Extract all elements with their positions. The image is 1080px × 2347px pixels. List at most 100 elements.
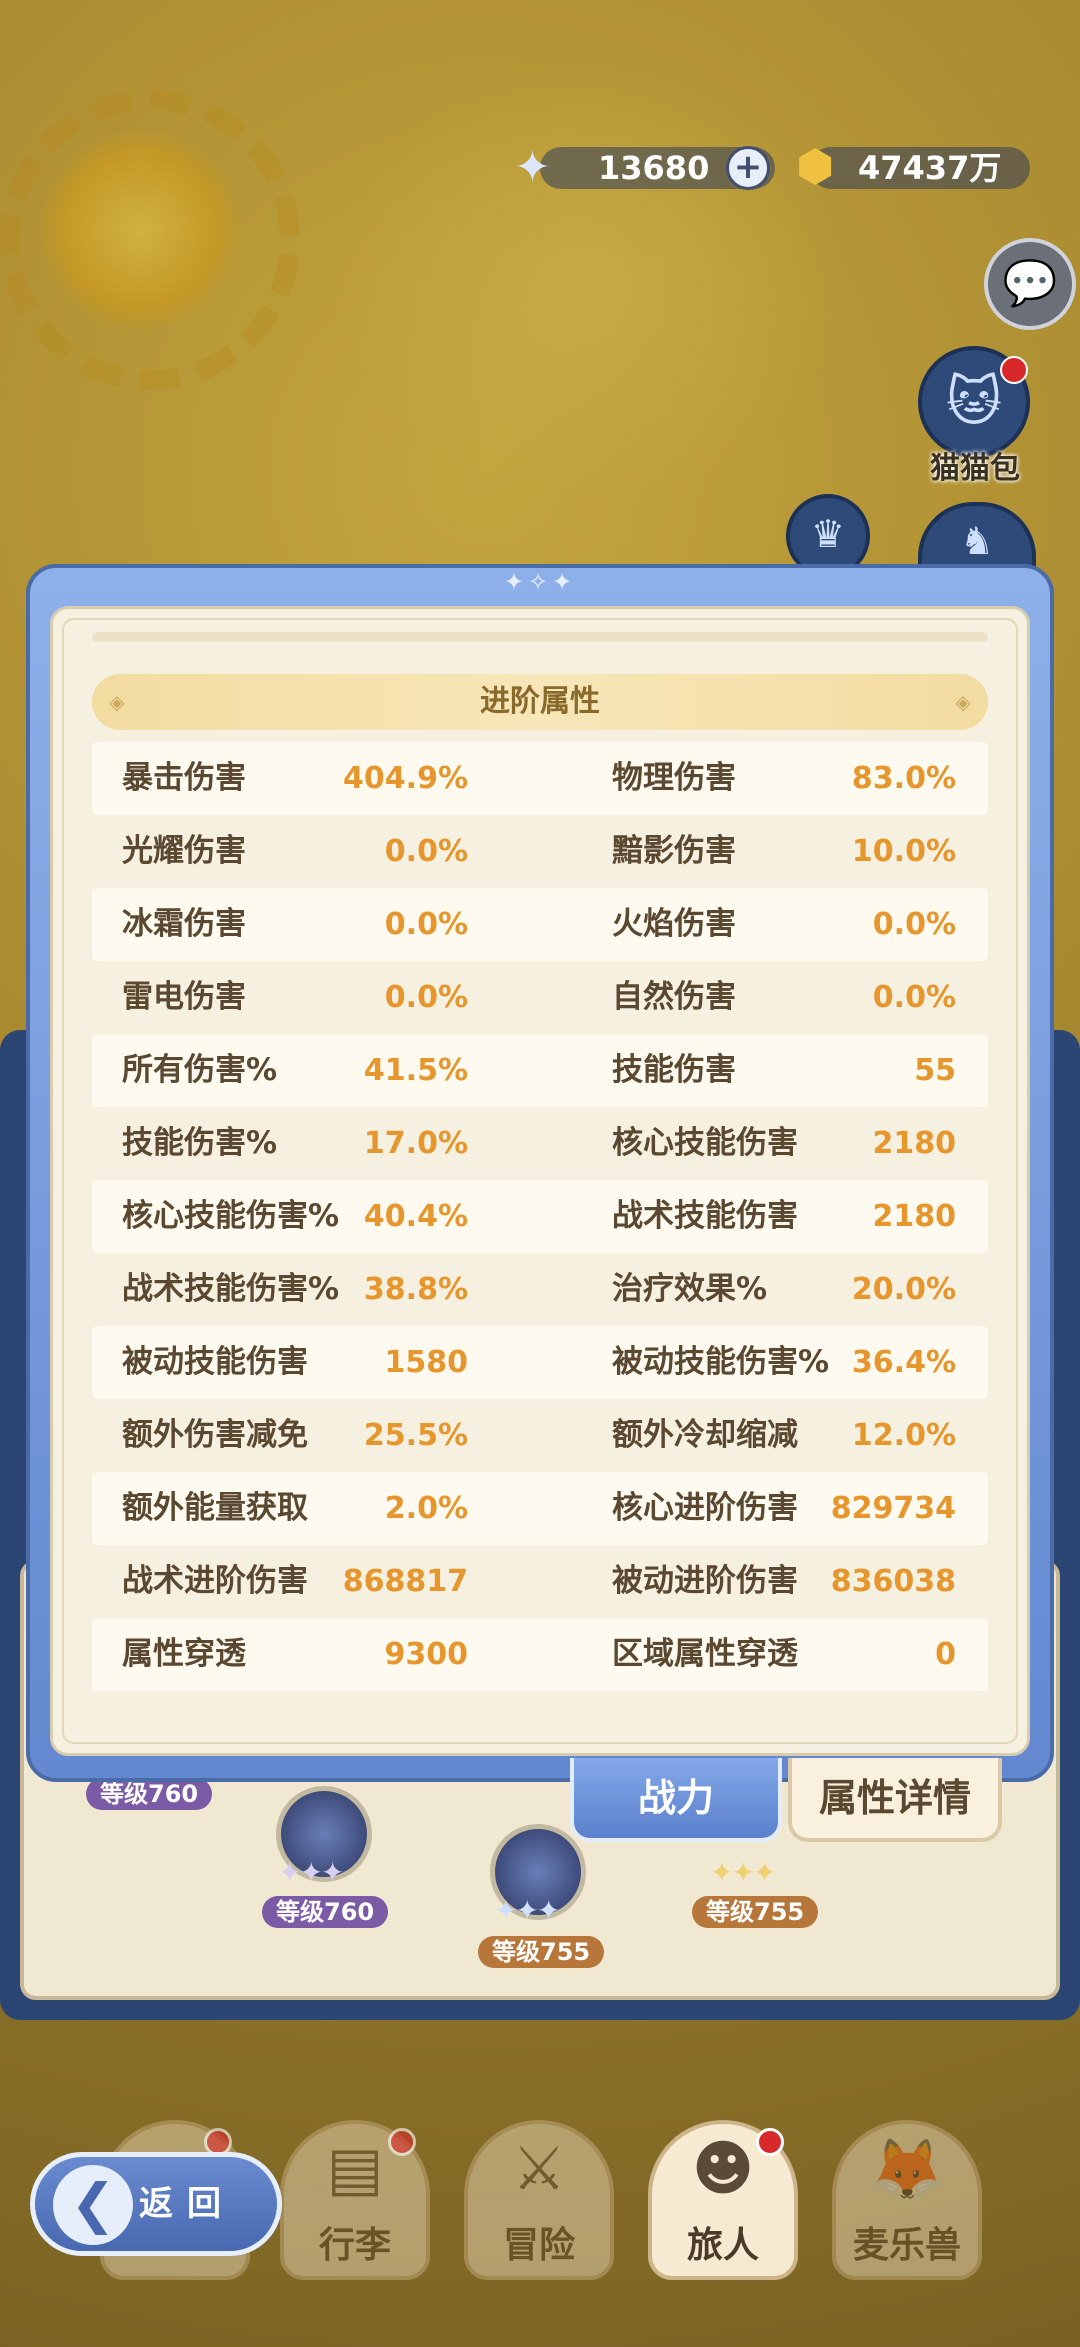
attribute-label: 被动进阶伤害	[612, 1563, 798, 1599]
nav-label: 旅人	[686, 2225, 759, 2266]
attribute-value: 1580	[384, 1345, 469, 1380]
attribute-label: 冰霜伤害	[122, 906, 246, 942]
attribute-label: 技能伤害%	[122, 1125, 278, 1161]
cat-bag-label: 猫猫包	[930, 451, 1020, 486]
attribute-value: 836038	[830, 1564, 956, 1599]
attribute-row: 所有伤害% 41.5% 技能伤害 55	[92, 1034, 988, 1107]
attribute-value: 41.5%	[363, 1053, 468, 1088]
attribute-row: 核心技能伤害% 40.4% 战术技能伤害 2180	[92, 1180, 988, 1253]
attribute-value: 9300	[384, 1637, 469, 1672]
attribute-label: 物理伤害	[612, 760, 736, 796]
attribute-label: 光耀伤害	[122, 833, 246, 869]
attribute-row: 冰霜伤害 0.0% 火焰伤害 0.0%	[92, 888, 988, 961]
notification-dot	[388, 2128, 416, 2156]
section-header: ◈ 进阶属性 ◈	[92, 674, 988, 730]
attribute-row: 被动技能伤害 1580 被动技能伤害% 36.4%	[92, 1326, 988, 1399]
gem-count: 13680	[598, 149, 710, 187]
back-label: 返回	[139, 2184, 235, 2224]
gold-coin-icon: ⬢	[796, 141, 835, 192]
crossed-swords-icon: ⚔	[512, 2134, 566, 2204]
tab-power[interactable]: 战力	[570, 1758, 782, 1842]
attribute-label: 属性穿透	[122, 1636, 246, 1672]
attribute-value: 2180	[872, 1126, 957, 1161]
chat-button[interactable]: 💬	[984, 238, 1076, 330]
attribute-label: 额外伤害减免	[122, 1417, 308, 1453]
attribute-value: 83.0%	[851, 761, 956, 796]
add-gems-button[interactable]: +	[726, 146, 770, 190]
skill-level-badge: 等级760	[262, 1896, 389, 1928]
attribute-value: 0.0%	[872, 980, 956, 1015]
attribute-label: 被动技能伤害	[122, 1344, 308, 1380]
attribute-value: 2180	[872, 1199, 957, 1234]
skill-level-badge: 等级755	[692, 1896, 819, 1928]
attribute-value: 829734	[830, 1491, 956, 1526]
attribute-label: 所有伤害%	[122, 1052, 278, 1088]
attribute-table[interactable]: 暴击伤害 404.9% 物理伤害 83.0% 光耀伤害 0.0% 黯影伤害 10…	[92, 742, 988, 1691]
attribute-label: 核心进阶伤害	[612, 1490, 798, 1526]
attribute-label: 雷电伤害	[122, 979, 246, 1015]
attribute-label: 被动技能伤害%	[612, 1344, 830, 1380]
skill-stars-icon: ✦✦✦	[278, 1856, 344, 1889]
attribute-row: 技能伤害% 17.0% 核心技能伤害 2180	[92, 1107, 988, 1180]
attribute-row: 战术技能伤害% 38.8% 治疗效果% 20.0%	[92, 1253, 988, 1326]
attribute-label: 战术技能伤害	[612, 1198, 798, 1234]
sparkle-decoration-icon: ✦✧✦	[503, 568, 577, 596]
attribute-value: 36.4%	[851, 1345, 956, 1380]
attribute-value: 0.0%	[384, 907, 468, 942]
skill-stars-icon: ✦✦✦	[494, 1894, 560, 1927]
attribute-value: 2.0%	[384, 1491, 468, 1526]
chat-bubble-icon: 💬	[1002, 258, 1058, 309]
section-title: 进阶属性	[480, 684, 600, 719]
attribute-label: 黯影伤害	[612, 833, 736, 869]
attribute-label: 区域属性穿透	[612, 1636, 798, 1672]
attribute-row: 雷电伤害 0.0% 自然伤害 0.0%	[92, 961, 988, 1034]
skill-level-badge: 等级755	[478, 1936, 605, 1968]
attribute-label: 战术技能伤害%	[122, 1271, 340, 1307]
attribute-value: 0.0%	[384, 980, 468, 1015]
tab-attribute-details[interactable]: 属性详情	[788, 1758, 1002, 1842]
attribute-label: 暴击伤害	[122, 760, 246, 796]
fox-icon: 🦊	[869, 2135, 945, 2205]
attribute-row: 光耀伤害 0.0% 黯影伤害 10.0%	[92, 815, 988, 888]
back-button[interactable]: ❮ 返回	[30, 2152, 282, 2256]
nav-label: 麦乐兽	[852, 2225, 961, 2266]
skill-level-badge: 等级760	[86, 1778, 213, 1810]
nav-mailebeast[interactable]: 🦊 麦乐兽	[832, 2120, 982, 2280]
attribute-label: 额外冷却缩减	[612, 1417, 798, 1453]
attribute-value: 20.0%	[851, 1272, 956, 1307]
cat-icon: 🐱	[945, 370, 1003, 433]
attribute-label: 战术进阶伤害	[122, 1563, 308, 1599]
nav-adventure[interactable]: ⚔ 冒险	[464, 2120, 614, 2280]
attribute-row: 属性穿透 9300 区域属性穿透 0	[92, 1618, 988, 1691]
attribute-row: 暴击伤害 404.9% 物理伤害 83.0%	[92, 742, 988, 815]
skill-stars-icon: ✦✦✦	[710, 1856, 776, 1889]
attribute-value: 17.0%	[363, 1126, 468, 1161]
attribute-value: 868817	[342, 1564, 468, 1599]
attribute-label: 治疗效果%	[612, 1271, 768, 1307]
diamond-ornament-icon: ◈	[109, 690, 125, 714]
attribute-value: 40.4%	[363, 1199, 468, 1234]
attribute-value: 404.9%	[343, 761, 468, 796]
attribute-label: 核心技能伤害%	[122, 1198, 340, 1234]
coin-count: 47437万	[858, 149, 1002, 187]
diamond-ornament-icon: ◈	[955, 690, 971, 714]
attribute-value: 12.0%	[851, 1418, 956, 1453]
attribute-row: 额外能量获取 2.0% 核心进阶伤害 829734	[92, 1472, 988, 1545]
scroll-edge	[92, 632, 988, 642]
attribute-label: 核心技能伤害	[612, 1125, 798, 1161]
attribute-value: 0.0%	[384, 834, 468, 869]
attribute-value: 25.5%	[363, 1418, 468, 1453]
nav-label: 冒险	[502, 2225, 575, 2266]
attribute-value: 0	[935, 1637, 956, 1672]
back-arrow-icon: ❮	[53, 2165, 133, 2245]
star-gem-icon: ✦	[514, 142, 551, 193]
attribute-row: 额外伤害减免 25.5% 额外冷却缩减 12.0%	[92, 1399, 988, 1472]
notification-dot	[1000, 356, 1028, 384]
attribute-value: 38.8%	[363, 1272, 468, 1307]
attribute-label: 额外能量获取	[122, 1490, 308, 1526]
nav-label: 行李	[318, 2225, 391, 2266]
attribute-label: 自然伤害	[612, 979, 736, 1015]
attribute-value: 10.0%	[851, 834, 956, 869]
attribute-row: 战术进阶伤害 868817 被动进阶伤害 836038	[92, 1545, 988, 1618]
notification-dot	[756, 2128, 784, 2156]
